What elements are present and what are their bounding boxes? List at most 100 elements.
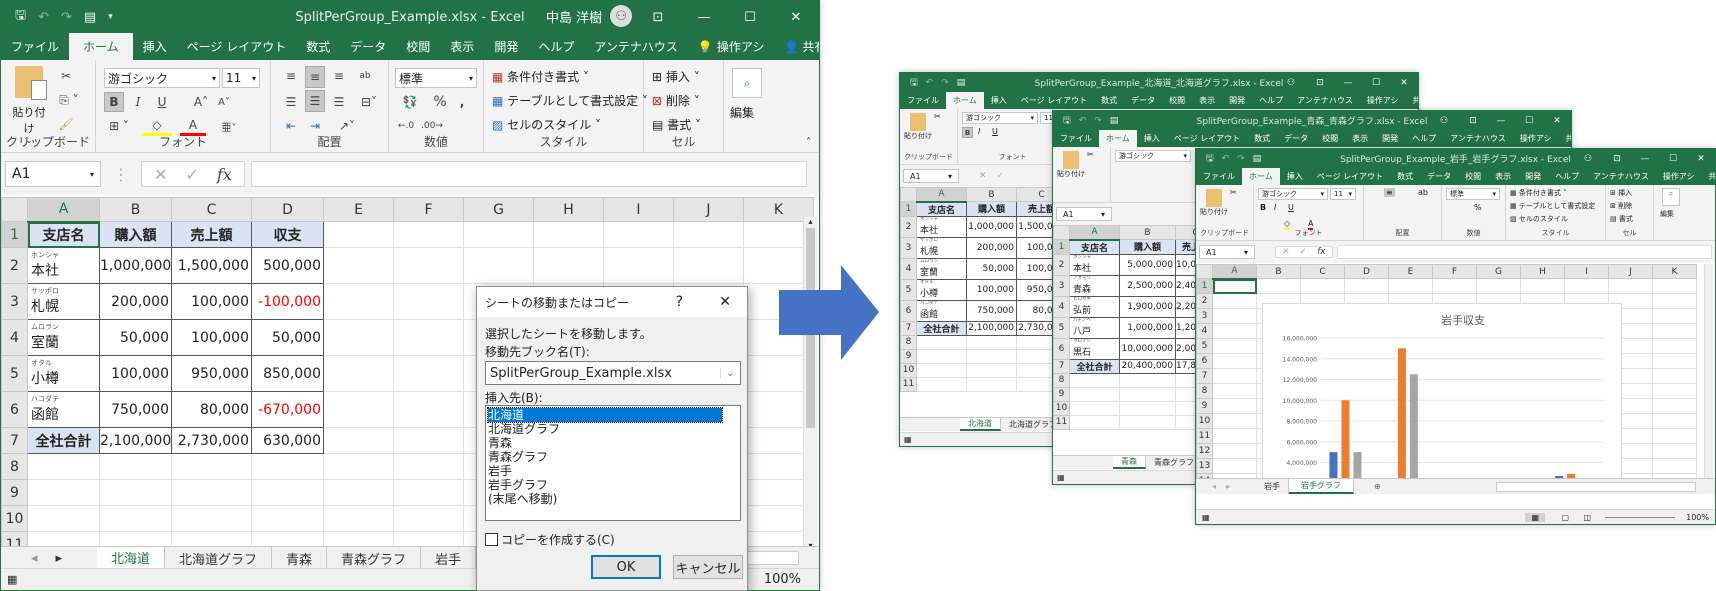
balance-cell[interactable]: -100,000 bbox=[251, 283, 324, 320]
font-size-dropdown[interactable]: 11 ▾ bbox=[222, 68, 260, 88]
cell[interactable] bbox=[533, 247, 604, 284]
cut-icon[interactable]: ✂ bbox=[1087, 150, 1094, 159]
cell[interactable] bbox=[1212, 308, 1257, 324]
tab-12[interactable]: 共有 bbox=[1559, 130, 1571, 147]
cell[interactable] bbox=[1652, 428, 1697, 444]
redo-icon[interactable]: ↷ bbox=[941, 78, 949, 88]
sheet-tab-iwate[interactable]: 岩手 bbox=[1256, 479, 1289, 494]
collapse-ribbon-icon[interactable]: ˄ bbox=[806, 137, 811, 148]
cell[interactable] bbox=[463, 247, 534, 284]
tab-0[interactable]: ファイル bbox=[900, 92, 946, 109]
row-header[interactable]: 7 bbox=[900, 320, 917, 336]
tab-4[interactable]: 数式 bbox=[1390, 168, 1420, 185]
sheet-tab-hokkaido[interactable]: 北海道 bbox=[960, 418, 1001, 431]
align-top-icon[interactable]: ≡ bbox=[281, 66, 301, 86]
form-icon[interactable]: ▤ bbox=[84, 10, 96, 25]
tab-developer[interactable]: 開発 bbox=[484, 33, 528, 60]
align-right-icon[interactable]: ☰ bbox=[329, 92, 349, 112]
column-header-a[interactable]: A bbox=[916, 187, 967, 203]
branch-name-cell[interactable]: オタル 小樽 bbox=[27, 355, 100, 392]
column-header-e[interactable]: E bbox=[323, 197, 394, 222]
cell[interactable] bbox=[27, 479, 100, 506]
sheet-tab-aomori[interactable]: 青森 bbox=[1113, 456, 1146, 469]
row-header[interactable]: 3 bbox=[1, 283, 28, 320]
redo-icon[interactable]: ↷ bbox=[1237, 154, 1245, 164]
row-header[interactable]: 2 bbox=[1196, 293, 1213, 309]
column-header-g[interactable]: G bbox=[463, 197, 534, 222]
list-option[interactable]: 岩手 bbox=[488, 464, 722, 478]
tab-8[interactable]: 開発 bbox=[1375, 130, 1405, 147]
sheet-tab-iwate[interactable]: 岩手 bbox=[421, 547, 477, 570]
cell[interactable] bbox=[1069, 386, 1120, 402]
column-header-g[interactable]: G bbox=[1476, 264, 1521, 279]
maximize-icon[interactable]: ☐ bbox=[1659, 154, 1687, 164]
cell[interactable] bbox=[393, 427, 464, 454]
underline-button[interactable]: U bbox=[152, 92, 172, 112]
cell[interactable] bbox=[323, 247, 394, 284]
redo-icon[interactable]: ↷ bbox=[1094, 116, 1102, 126]
format-cells-button[interactable]: ▤ 書式 ˅ bbox=[652, 116, 701, 133]
cell[interactable] bbox=[533, 221, 604, 248]
increase-font-icon[interactable]: A˄ bbox=[191, 92, 211, 112]
confirm-entry-icon[interactable]: ✓ bbox=[997, 171, 1005, 181]
branch-name-cell[interactable]: ムロラン 室蘭 bbox=[916, 257, 967, 280]
cell[interactable] bbox=[1652, 413, 1697, 429]
cell[interactable] bbox=[27, 453, 100, 480]
list-option[interactable]: (末尾へ移動) bbox=[488, 492, 722, 506]
tab-5[interactable]: データ bbox=[1420, 168, 1458, 185]
row-header[interactable]: 3 bbox=[900, 236, 917, 259]
tab-1[interactable]: ホーム bbox=[1099, 130, 1137, 147]
sales-cell[interactable]: 80,000 bbox=[171, 391, 252, 428]
tab-file[interactable]: ファイル bbox=[1, 33, 69, 60]
row-header[interactable]: 7 bbox=[1196, 368, 1213, 384]
cell[interactable] bbox=[1119, 372, 1176, 388]
number-format-dropdown[interactable]: 標準 ▾ bbox=[1446, 188, 1500, 200]
sheet-tab-hokkaido-graph[interactable]: 北海道グラフ bbox=[165, 547, 273, 570]
row-header[interactable]: 2 bbox=[900, 215, 917, 238]
bar-売上額[interactable] bbox=[1397, 348, 1406, 483]
tab-4[interactable]: 数式 bbox=[1247, 130, 1277, 147]
cell[interactable] bbox=[1212, 368, 1257, 384]
macro-record-icon[interactable]: ▦ bbox=[904, 435, 912, 444]
page-break-view-icon[interactable]: ◫ bbox=[1583, 513, 1591, 522]
name-box[interactable]: A1 ▾ bbox=[5, 161, 101, 187]
font-name-dropdown[interactable]: 游ゴシック ▾ bbox=[1115, 150, 1191, 162]
copy-icon[interactable]: ⎘ ˅ bbox=[56, 90, 82, 110]
tab-10[interactable]: アンテナハウス bbox=[1290, 92, 1360, 109]
cell[interactable] bbox=[1652, 278, 1697, 294]
tab-0[interactable]: ファイル bbox=[1053, 130, 1099, 147]
align-middle-icon[interactable]: ≡ bbox=[305, 66, 325, 88]
purchase-cell[interactable]: 750,000 bbox=[99, 391, 172, 428]
zoom-slider[interactable] bbox=[1605, 517, 1675, 518]
tab-0[interactable]: ファイル bbox=[1196, 168, 1242, 185]
cut-icon[interactable]: ✂ bbox=[56, 66, 76, 86]
tab-2[interactable]: 挿入 bbox=[984, 92, 1014, 109]
balance-cell[interactable]: -670,000 bbox=[251, 391, 324, 428]
total-label-cell[interactable]: 全社合計 bbox=[1069, 358, 1120, 374]
purchase-cell[interactable]: 2,500,000 bbox=[1119, 274, 1176, 297]
balance-cell[interactable]: 850,000 bbox=[251, 355, 324, 392]
macro-record-icon[interactable]: ▦ bbox=[1057, 473, 1065, 482]
row-header[interactable]: 6 bbox=[1, 391, 28, 428]
orientation-icon[interactable]: ab bbox=[1418, 188, 1428, 197]
tab-3[interactable]: ページ レイアウト bbox=[1167, 130, 1247, 147]
currency-icon[interactable]: 💱 bbox=[395, 92, 425, 112]
purchase-cell[interactable]: 50,000 bbox=[966, 257, 1017, 280]
branch-name-cell[interactable]: ヒロサキ 弘前 bbox=[1069, 295, 1120, 318]
column-header-h[interactable]: H bbox=[533, 197, 604, 222]
tab-data[interactable]: データ bbox=[340, 33, 396, 60]
tab-12[interactable]: 共有 bbox=[1702, 168, 1715, 185]
cell[interactable] bbox=[673, 247, 744, 284]
italic-button[interactable]: I bbox=[1274, 203, 1276, 212]
purchase-cell[interactable]: 5,000,000 bbox=[1119, 253, 1176, 276]
percent-button[interactable]: % bbox=[431, 92, 449, 112]
cell[interactable] bbox=[1212, 338, 1257, 354]
branch-name-cell[interactable]: ホンシャ 本社 bbox=[916, 215, 967, 238]
sheet-tab-hokkaido[interactable]: 北海道 bbox=[97, 547, 166, 570]
ribbon-display-icon[interactable]: ⊡ bbox=[1459, 116, 1487, 126]
normal-view-icon[interactable]: ▦ bbox=[1525, 512, 1545, 522]
minimize-icon[interactable]: — bbox=[681, 10, 727, 25]
column-header-i[interactable]: I bbox=[1564, 264, 1609, 279]
avatar[interactable]: ⚇ bbox=[610, 5, 633, 27]
insert-cells-button[interactable]: ⊞ 挿入 ˅ bbox=[652, 68, 700, 85]
